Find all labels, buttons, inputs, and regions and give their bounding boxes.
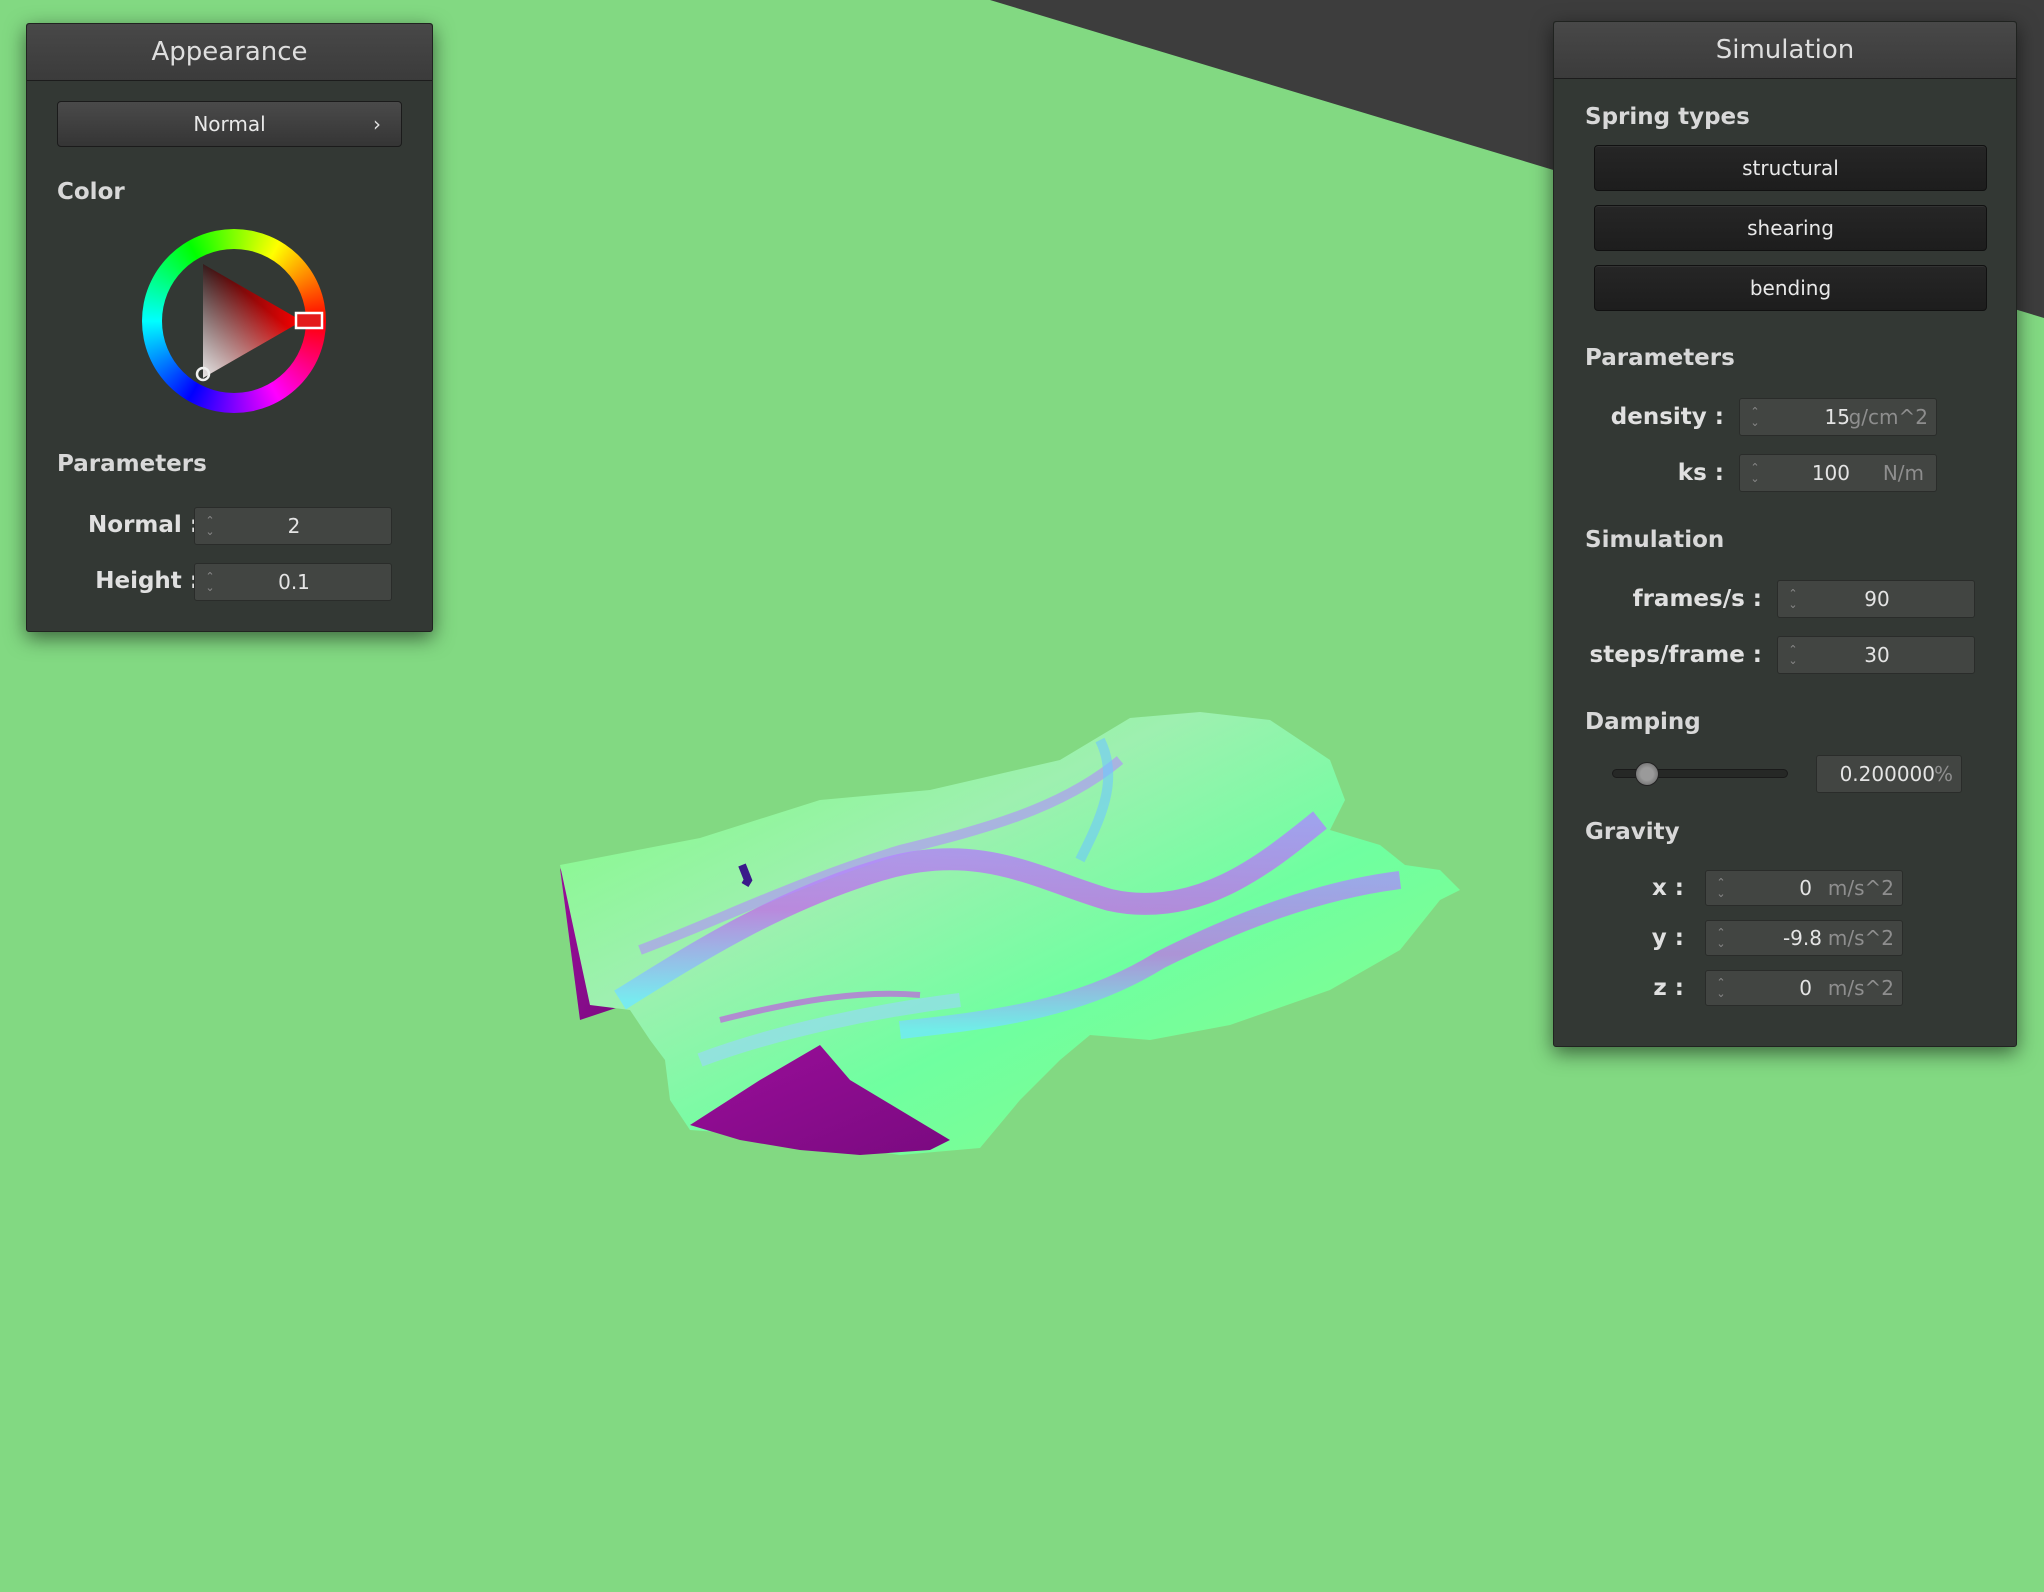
- gravity-x-label: x :: [1651, 875, 1684, 901]
- density-unit: g/cm^2: [1848, 405, 1928, 429]
- height-input[interactable]: ⌃ ⌄ 0.1: [194, 563, 392, 601]
- gravity-y-unit: m/s^2: [1827, 926, 1894, 950]
- spinner-icon[interactable]: ⌃ ⌄: [1716, 877, 1726, 899]
- shader-select[interactable]: Normal ›: [57, 101, 402, 147]
- ks-input[interactable]: ⌃ ⌄ 100 N/m: [1739, 454, 1937, 492]
- density-label: density :: [1610, 404, 1724, 430]
- ks-label: ks :: [1677, 460, 1724, 486]
- gravity-y-value: -9.8: [1782, 926, 1822, 950]
- gravity-x-unit: m/s^2: [1827, 876, 1894, 900]
- ks-value: 100: [1811, 461, 1850, 485]
- simulation-section-title: Simulation: [1585, 527, 1725, 553]
- normal-label: Normal :: [88, 512, 199, 538]
- steps-label: steps/frame :: [1589, 642, 1762, 668]
- simulation-panel: Simulation Spring types structural shear…: [1553, 21, 2017, 1047]
- height-label: Height :: [95, 568, 199, 594]
- gravity-x-value: 0: [1799, 876, 1812, 900]
- damping-title: Damping: [1585, 709, 1701, 735]
- ks-unit: N/m: [1882, 461, 1924, 485]
- steps-value: 30: [1864, 643, 1890, 667]
- spinner-icon[interactable]: ⌃ ⌄: [1750, 462, 1760, 484]
- appearance-parameters-title: Parameters: [57, 451, 207, 477]
- chevron-right-icon: ›: [373, 112, 381, 136]
- gravity-z-input[interactable]: ⌃ ⌄ 0 m/s^2: [1705, 970, 1903, 1006]
- damping-unit: %: [1933, 762, 1953, 786]
- gravity-z-value: 0: [1799, 976, 1812, 1000]
- height-value: 0.1: [278, 570, 310, 594]
- normal-input[interactable]: ⌃ ⌄ 2: [194, 507, 392, 545]
- shader-select-label: Normal: [193, 112, 266, 136]
- shearing-button[interactable]: shearing: [1594, 205, 1987, 251]
- fps-value: 90: [1864, 587, 1890, 611]
- fps-label: frames/s :: [1632, 586, 1762, 612]
- normal-value: 2: [287, 514, 301, 538]
- density-value: 15: [1824, 405, 1850, 429]
- color-wheel[interactable]: [142, 229, 326, 413]
- gravity-z-unit: m/s^2: [1827, 976, 1894, 1000]
- structural-button[interactable]: structural: [1594, 145, 1987, 191]
- gravity-z-label: z :: [1653, 975, 1684, 1001]
- gravity-x-input[interactable]: ⌃ ⌄ 0 m/s^2: [1705, 870, 1903, 906]
- spinner-icon[interactable]: ⌃ ⌄: [1750, 406, 1760, 428]
- gravity-y-label: y :: [1651, 925, 1684, 951]
- cloth-mesh: [560, 712, 1460, 1155]
- damping-slider[interactable]: [1612, 762, 1788, 786]
- color-section-title: Color: [57, 179, 125, 205]
- fps-input[interactable]: ⌃ ⌄ 90: [1777, 580, 1975, 618]
- damping-input[interactable]: 0.200000 %: [1816, 755, 1962, 793]
- appearance-panel: Appearance Normal › Color Parameters Nor…: [26, 23, 433, 632]
- bending-button[interactable]: bending: [1594, 265, 1987, 311]
- damping-value: 0.200000: [1839, 762, 1935, 786]
- appearance-panel-title: Appearance: [27, 24, 432, 81]
- spring-types-title: Spring types: [1585, 104, 1750, 130]
- steps-input[interactable]: ⌃ ⌄ 30: [1777, 636, 1975, 674]
- simulation-panel-title: Simulation: [1554, 22, 2016, 79]
- damping-slider-knob[interactable]: [1635, 762, 1660, 786]
- hue-handle: [294, 311, 324, 330]
- gravity-y-input[interactable]: ⌃ ⌄ -9.8 m/s^2: [1705, 920, 1903, 956]
- spinner-icon[interactable]: ⌃ ⌄: [1716, 977, 1726, 999]
- density-input[interactable]: ⌃ ⌄ 15 g/cm^2: [1739, 398, 1937, 436]
- spinner-icon[interactable]: ⌃ ⌄: [1716, 927, 1726, 949]
- gravity-title: Gravity: [1585, 819, 1680, 845]
- sim-parameters-title: Parameters: [1585, 345, 1735, 371]
